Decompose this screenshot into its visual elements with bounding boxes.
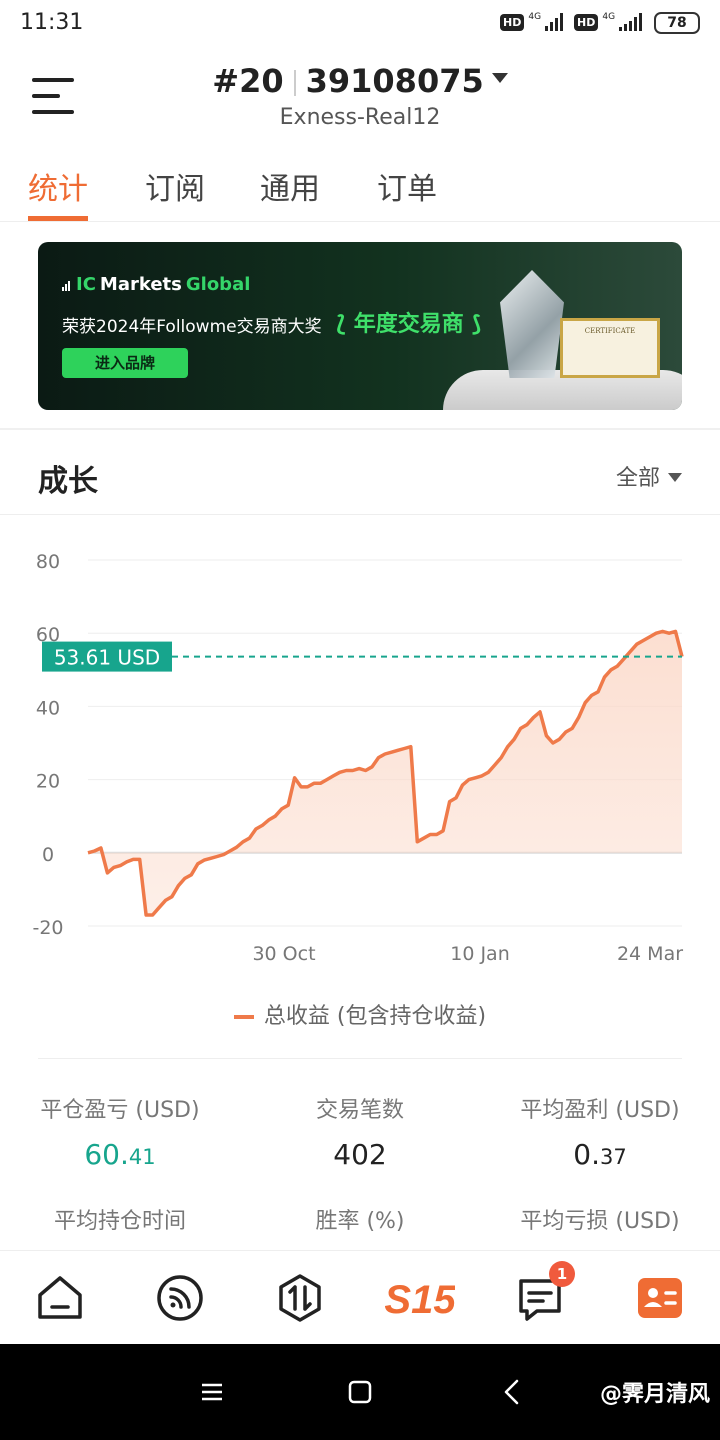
recents-icon[interactable]: [200, 1380, 224, 1408]
signal-group-2: HD 4G: [574, 12, 643, 32]
legend-swatch: [233, 1015, 254, 1019]
unread-badge: 1: [549, 1261, 575, 1287]
account-number: 39108075: [305, 62, 484, 100]
s15-logo[interactable]: S15: [384, 1273, 456, 1323]
certificate-image: CERTIFICATE: [560, 318, 660, 378]
stat-label-win-rate: 胜率 (%): [315, 1209, 405, 1234]
award-text: 荣获2024年Followme交易商大奖: [62, 317, 322, 337]
divider: [0, 428, 720, 430]
back-icon[interactable]: [500, 1378, 524, 1410]
section-title: 成长: [38, 464, 98, 499]
y-tick-label: -20: [32, 917, 63, 939]
caret-down-icon: [668, 472, 682, 482]
tab-orders[interactable]: 订单: [377, 164, 437, 208]
award-highlight: ⟅ 年度交易商 ⟆: [336, 312, 482, 337]
signal-icon: [545, 13, 564, 31]
hd-icon: HD: [500, 13, 525, 31]
rank-label: #20: [212, 62, 284, 100]
current-value-label: 53.61 USD: [54, 646, 160, 670]
x-tick-label: 30 Oct: [252, 943, 315, 965]
hd-icon: HD: [574, 13, 599, 31]
battery-indicator: 78: [654, 12, 700, 34]
stat-label-closed-pnl: 平仓盈亏 (USD): [40, 1098, 200, 1123]
x-tick-label: 10 Jan: [450, 943, 510, 965]
stat-label-avg-hold: 平均持仓时间: [53, 1209, 186, 1234]
signal-group-1: HD 4G: [500, 12, 564, 32]
trophy-image: [500, 270, 564, 378]
range-selector[interactable]: 全部: [616, 460, 682, 492]
svg-text:S15: S15: [385, 1278, 455, 1322]
home-button-icon[interactable]: [348, 1380, 372, 1408]
y-tick-label: 80: [36, 551, 60, 573]
tab-general[interactable]: 通用: [260, 164, 320, 208]
series-area: [88, 631, 682, 915]
divider: [38, 1058, 682, 1059]
growth-chart[interactable]: 80 60 40 20 0 -20 53.61 USD 30 Oct 10 Jan 24 Mar: [0, 530, 720, 970]
enter-brand-button[interactable]: 进入品牌: [62, 348, 188, 378]
home-icon[interactable]: [35, 1273, 85, 1323]
promo-banner[interactable]: IC Markets Global 荣获2024年Followme交易商大奖 ⟅ 年…: [38, 242, 682, 410]
tab-bar: 统计 订阅 通用 订单: [0, 164, 720, 222]
clock: 11:31: [20, 10, 84, 35]
active-tab-indicator: [28, 216, 88, 221]
y-tick-label: 0: [42, 844, 54, 866]
stat-label-trades: 交易笔数: [315, 1098, 404, 1123]
trade-icon[interactable]: [275, 1273, 325, 1323]
feed-icon[interactable]: [155, 1273, 205, 1323]
profile-card-icon[interactable]: [635, 1273, 685, 1323]
status-bar: 11:31 HD 4G HD 4G 78: [0, 0, 720, 50]
stat-value-avg-profit: 0.37: [573, 1138, 627, 1171]
bottom-nav: S15 1: [0, 1250, 720, 1344]
brand-logo: IC Markets Global: [62, 274, 250, 295]
caret-down-icon: [491, 73, 508, 83]
stat-value-trades: 402: [333, 1138, 387, 1171]
tab-subscribe[interactable]: 订阅: [145, 164, 205, 208]
account-selector[interactable]: #20 39108075: [0, 62, 720, 100]
y-tick-label: 20: [36, 771, 60, 793]
y-tick-label: 40: [36, 697, 60, 719]
network-type: 4G: [602, 12, 616, 22]
server-name: Exness-Real12: [279, 105, 441, 130]
watermark: @霁月清风: [599, 1382, 710, 1407]
x-tick-label: 24 Mar: [617, 943, 683, 965]
stat-label-avg-loss: 平均亏损 (USD): [520, 1209, 680, 1234]
stat-value-closed-pnl: 60.41: [84, 1138, 156, 1171]
message-icon[interactable]: 1: [515, 1261, 575, 1323]
divider: [0, 514, 720, 515]
tab-statistics[interactable]: 统计: [28, 164, 88, 208]
chart-legend: 总收益 (包含持仓收益): [0, 998, 720, 1030]
signal-icon: [619, 13, 643, 31]
network-type: 4G: [528, 12, 542, 22]
stat-label-avg-profit: 平均盈利 (USD): [520, 1098, 680, 1123]
